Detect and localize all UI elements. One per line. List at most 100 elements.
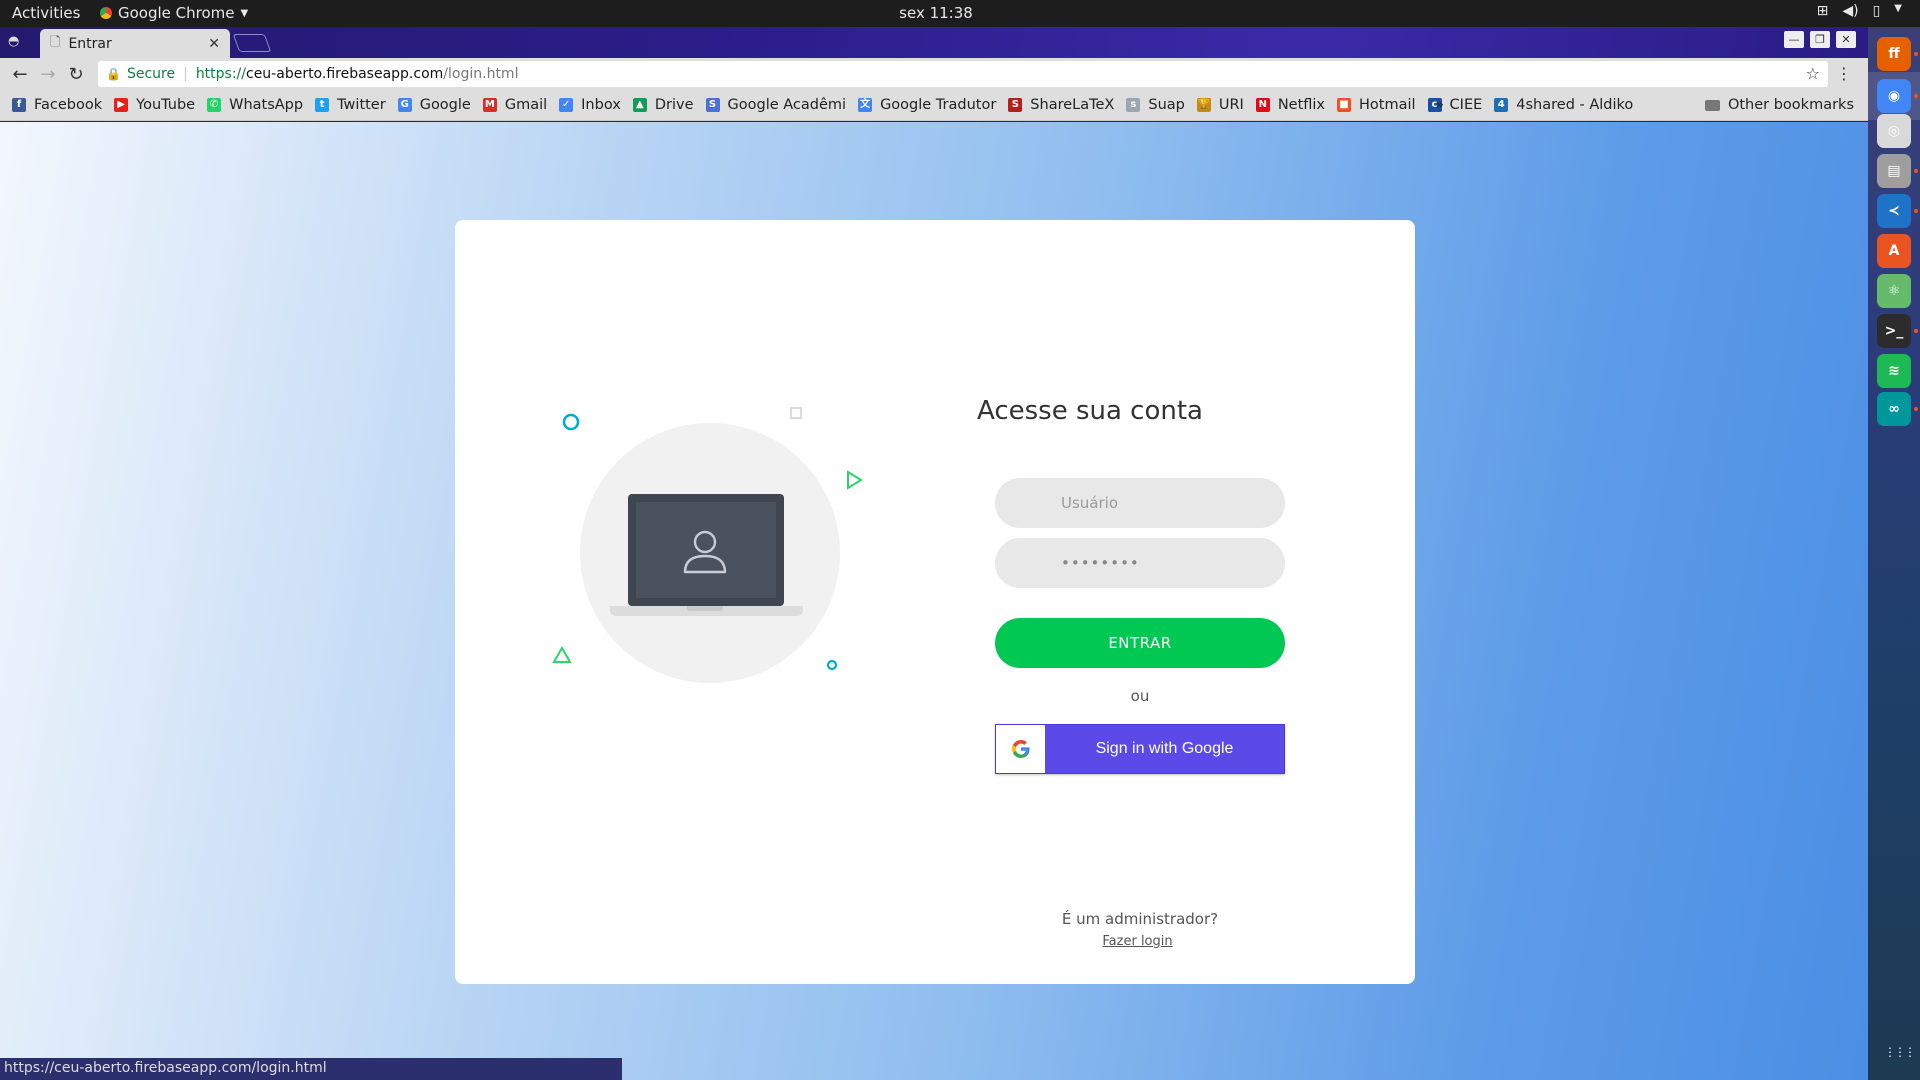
google-signin-label: Sign in with Google: [1095, 740, 1234, 757]
network-icon: ⊞: [1816, 3, 1829, 19]
minimize-button[interactable]: —: [1784, 31, 1804, 48]
browser-toolbar: ← → ↻ 🔒 Secure | https://ceu-aberto.fire…: [0, 58, 1868, 90]
login-title: Acesse sua conta: [976, 396, 1203, 426]
bookmark-uri[interactable]: 🏆 URI: [1196, 97, 1244, 113]
admin-question: É um administrador?: [1061, 910, 1219, 928]
whatsapp-icon: ✆: [207, 98, 222, 112]
bookmark-google[interactable]: G Google: [397, 97, 471, 113]
omnibox-separator: |: [183, 66, 188, 82]
google-signin-button[interactable]: Sign in with Google: [995, 724, 1285, 774]
url-scheme: https://: [195, 66, 246, 82]
files-icon[interactable]: ▤: [1877, 154, 1911, 188]
login-card: Acesse sua conta ENTRAR ou Sign in with …: [455, 220, 1415, 984]
bookmark-suap[interactable]: s Suap: [1126, 97, 1185, 113]
url-path: /login.html: [443, 66, 519, 82]
terminal-icon[interactable]: >_: [1877, 314, 1911, 348]
system-tray[interactable]: ⊞ ◀) ▯ ▼: [1817, 3, 1902, 19]
new-tab-button[interactable]: [232, 34, 272, 52]
bookmark-drive[interactable]: ▲ Drive: [632, 97, 694, 113]
youtube-icon: ▶: [114, 98, 129, 112]
circle-decoration-icon: [562, 413, 580, 431]
arduino-icon[interactable]: ∞: [1877, 392, 1911, 426]
bookmark-gmail[interactable]: M Gmail: [482, 97, 548, 113]
laptop-notch: [687, 606, 723, 611]
ubuntu-dock: ff ◉ ◎ ▤ ≺ A ⚛ >_ ≋ ∞ ⋮⋮⋮: [1868, 27, 1920, 1080]
bookmark-sharelatex[interactable]: S ShareLaTeX: [1008, 97, 1114, 113]
folder-icon: [1704, 99, 1720, 111]
restore-button[interactable]: ❐: [1810, 31, 1830, 48]
other-bookmarks-button[interactable]: Other bookmarks: [1704, 97, 1854, 113]
url-host: ceu-aberto.firebaseapp.com: [246, 66, 444, 82]
4shared-icon: 4: [1494, 98, 1509, 112]
gmail-icon: M: [482, 98, 497, 112]
bookmark-label: YouTube: [136, 97, 196, 113]
password-input[interactable]: [995, 538, 1285, 588]
username-input[interactable]: [995, 478, 1285, 528]
forward-arrow-icon[interactable]: →: [34, 64, 62, 85]
bookmark-label: CIEE: [1449, 97, 1483, 113]
bookmark-label: Drive: [654, 97, 694, 113]
bookmark-youtube[interactable]: ▶ YouTube: [114, 97, 195, 113]
bookmark-4shared-aldiko[interactable]: 4 4shared - Aldiko: [1494, 97, 1633, 113]
firefox-icon[interactable]: ff: [1877, 37, 1911, 71]
close-window-button[interactable]: ✕: [1836, 31, 1856, 48]
bookmarks-overflow-button[interactable]: »: [1435, 97, 1444, 113]
bookmark-whatsapp[interactable]: ✆ WhatsApp: [207, 97, 303, 113]
lock-icon: 🔒: [106, 67, 121, 81]
tab-entrar[interactable]: 🗋 Entrar ✕: [40, 29, 230, 58]
atom-icon[interactable]: ⚛: [1877, 274, 1911, 308]
bookmark-label: URI: [1218, 97, 1244, 113]
back-arrow-icon[interactable]: ←: [6, 64, 34, 85]
sharelatex-icon: S: [1008, 98, 1023, 112]
bookmark-label: WhatsApp: [229, 97, 304, 113]
admin-login-link[interactable]: Fazer login: [995, 934, 1280, 949]
uri-icon: 🏆: [1196, 98, 1211, 112]
vscode-icon[interactable]: ≺: [1877, 194, 1911, 228]
bookmark-label: Twitter: [337, 97, 386, 113]
bookmark-label: Inbox: [581, 97, 621, 113]
suap-icon: s: [1126, 98, 1141, 112]
bookmark-facebook[interactable]: f Facebook: [12, 97, 102, 113]
reload-icon[interactable]: ↻: [62, 64, 90, 85]
clock[interactable]: sex 11:38: [0, 4, 1872, 22]
drive-icon: ▲: [632, 98, 647, 112]
bookmark-google-tradutor[interactable]: 文 Google Tradutor: [858, 97, 996, 113]
software-center-icon[interactable]: A: [1877, 234, 1911, 268]
bookmark-label: Google Acadêmi: [727, 97, 847, 113]
google-icon: G: [397, 98, 412, 112]
entrar-button[interactable]: ENTRAR: [995, 618, 1285, 668]
spotify-icon[interactable]: ≋: [1877, 354, 1911, 388]
bookmark-netflix[interactable]: N Netflix: [1255, 97, 1325, 113]
bookmark-hotmail[interactable]: ■ Hotmail: [1337, 97, 1416, 113]
chrome-menu-icon[interactable]: ⋮: [1836, 64, 1852, 83]
running-indicator: [1914, 169, 1918, 173]
bookmark-twitter[interactable]: t Twitter: [315, 97, 386, 113]
bookmark-label: ShareLaTeX: [1030, 97, 1115, 113]
triangle-play-decoration-icon: [847, 470, 863, 490]
square-decoration-icon: [790, 407, 802, 419]
bookmark-inbox[interactable]: ✓ Inbox: [559, 97, 621, 113]
secure-label: Secure: [126, 66, 176, 82]
system-top-bar: Activities Google Chrome ▼ sex 11:38 ⊞ ◀…: [0, 0, 1920, 27]
facebook-icon: f: [12, 98, 26, 112]
close-tab-icon[interactable]: ✕: [208, 36, 220, 52]
user-icon: [683, 530, 727, 574]
translate-icon: 文: [858, 98, 873, 112]
bookmark-label: Gmail: [504, 97, 548, 113]
bookmark-label: Google Tradutor: [880, 97, 997, 113]
address-bar[interactable]: 🔒 Secure | https://ceu-aberto.firebaseap…: [98, 61, 1828, 87]
bookmark-google-acad-mi[interactable]: S Google Acadêmi: [705, 97, 847, 113]
other-bookmarks-label: Other bookmarks: [1727, 97, 1854, 113]
hotmail-icon: ■: [1337, 98, 1352, 112]
bookmark-label: Hotmail: [1359, 97, 1416, 113]
show-applications-icon[interactable]: ⋮⋮⋮: [1884, 1045, 1916, 1065]
chevron-down-icon: ▼: [1894, 3, 1902, 14]
rhythmbox-icon[interactable]: ◎: [1877, 114, 1911, 148]
running-indicator: [1914, 209, 1918, 213]
small-circle-decoration-icon: [826, 659, 838, 671]
volume-icon: ◀): [1842, 3, 1859, 19]
twitter-icon: t: [315, 98, 330, 112]
bookmark-label: Facebook: [34, 97, 103, 113]
bookmark-star-icon[interactable]: ☆: [1806, 64, 1820, 83]
chrome-icon[interactable]: ◉: [1877, 79, 1911, 113]
